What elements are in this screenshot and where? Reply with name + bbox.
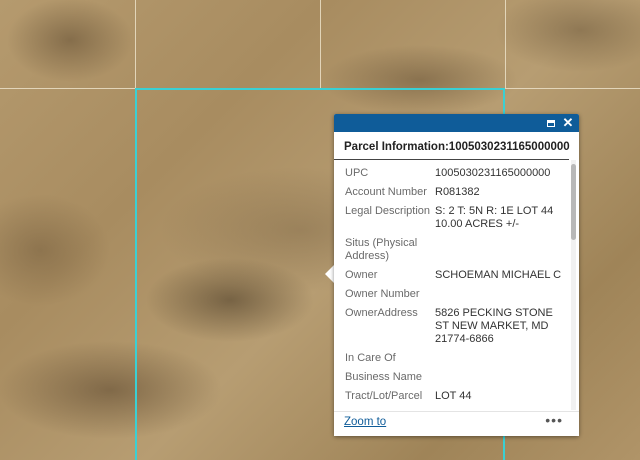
attribute-value <box>435 288 572 301</box>
popup-scrollbar[interactable] <box>571 160 576 410</box>
parcel-popup: ✕ Parcel Information:1005030231165000000… <box>334 114 579 436</box>
parcel-boundary-line <box>135 0 136 88</box>
attribute-label: OwnerAddress <box>345 307 418 319</box>
attribute-label: In Care Of <box>345 352 396 364</box>
close-icon[interactable]: ✕ <box>560 115 576 131</box>
attribute-value: 1005030231165000000 <box>435 167 551 179</box>
attribute-label: Owner Number <box>345 288 420 300</box>
attribute-value <box>435 371 572 384</box>
attribute-value: S: 2 T: 5N R: 1E LOT 44 10.00 ACRES +/- <box>435 205 554 230</box>
attribute-value: SCHOEMAN MICHAEL C <box>435 269 562 281</box>
attribute-label: Legal Description <box>345 205 430 217</box>
popup-attributes: UPC 1005030231165000000 Account Number R… <box>334 160 572 410</box>
attribute-row: Account Number R081382 <box>334 186 572 205</box>
parcel-boundary-line <box>320 0 321 88</box>
popup-header: ✕ <box>334 114 579 132</box>
zoom-to-link[interactable]: Zoom to <box>344 416 386 428</box>
attribute-value: R081382 <box>435 186 480 198</box>
popup-title: Parcel Information:1005030231165000000 <box>334 132 570 160</box>
attribute-row: Situs (Physical Address) <box>334 237 572 269</box>
attribute-row: Legal Description S: 2 T: 5N R: 1E LOT 4… <box>334 205 572 237</box>
attribute-row: OwnerAddress 5826 PECKING STONE ST NEW M… <box>334 307 572 352</box>
attribute-label: Tract/Lot/Parcel <box>345 390 423 402</box>
scrollbar-thumb[interactable] <box>571 164 576 240</box>
attribute-row: Tract/Lot/Parcel LOT 44 <box>334 390 572 403</box>
attribute-label: Situs (Physical Address) <box>345 237 418 262</box>
attribute-row: Owner Number <box>334 288 572 307</box>
attribute-value: 5826 PECKING STONE ST NEW MARKET, MD 217… <box>435 307 553 345</box>
parcel-boundary-line <box>505 0 506 88</box>
attribute-row: Owner SCHOEMAN MICHAEL C <box>334 269 572 288</box>
attribute-value <box>435 352 572 365</box>
attribute-row: Business Name <box>334 371 572 390</box>
attribute-value <box>435 237 572 263</box>
attribute-row: UPC 1005030231165000000 <box>334 160 572 186</box>
attribute-value: LOT 44 <box>435 390 472 402</box>
attribute-label: Account Number <box>345 186 427 198</box>
popup-footer: Zoom to ••• <box>334 411 579 436</box>
attribute-label: Business Name <box>345 371 423 383</box>
attribute-label: UPC <box>345 167 369 179</box>
more-options-icon[interactable]: ••• <box>545 412 563 428</box>
attribute-row: In Care Of <box>334 352 572 371</box>
attribute-label: Owner <box>345 269 378 281</box>
maximize-icon[interactable] <box>543 115 559 131</box>
